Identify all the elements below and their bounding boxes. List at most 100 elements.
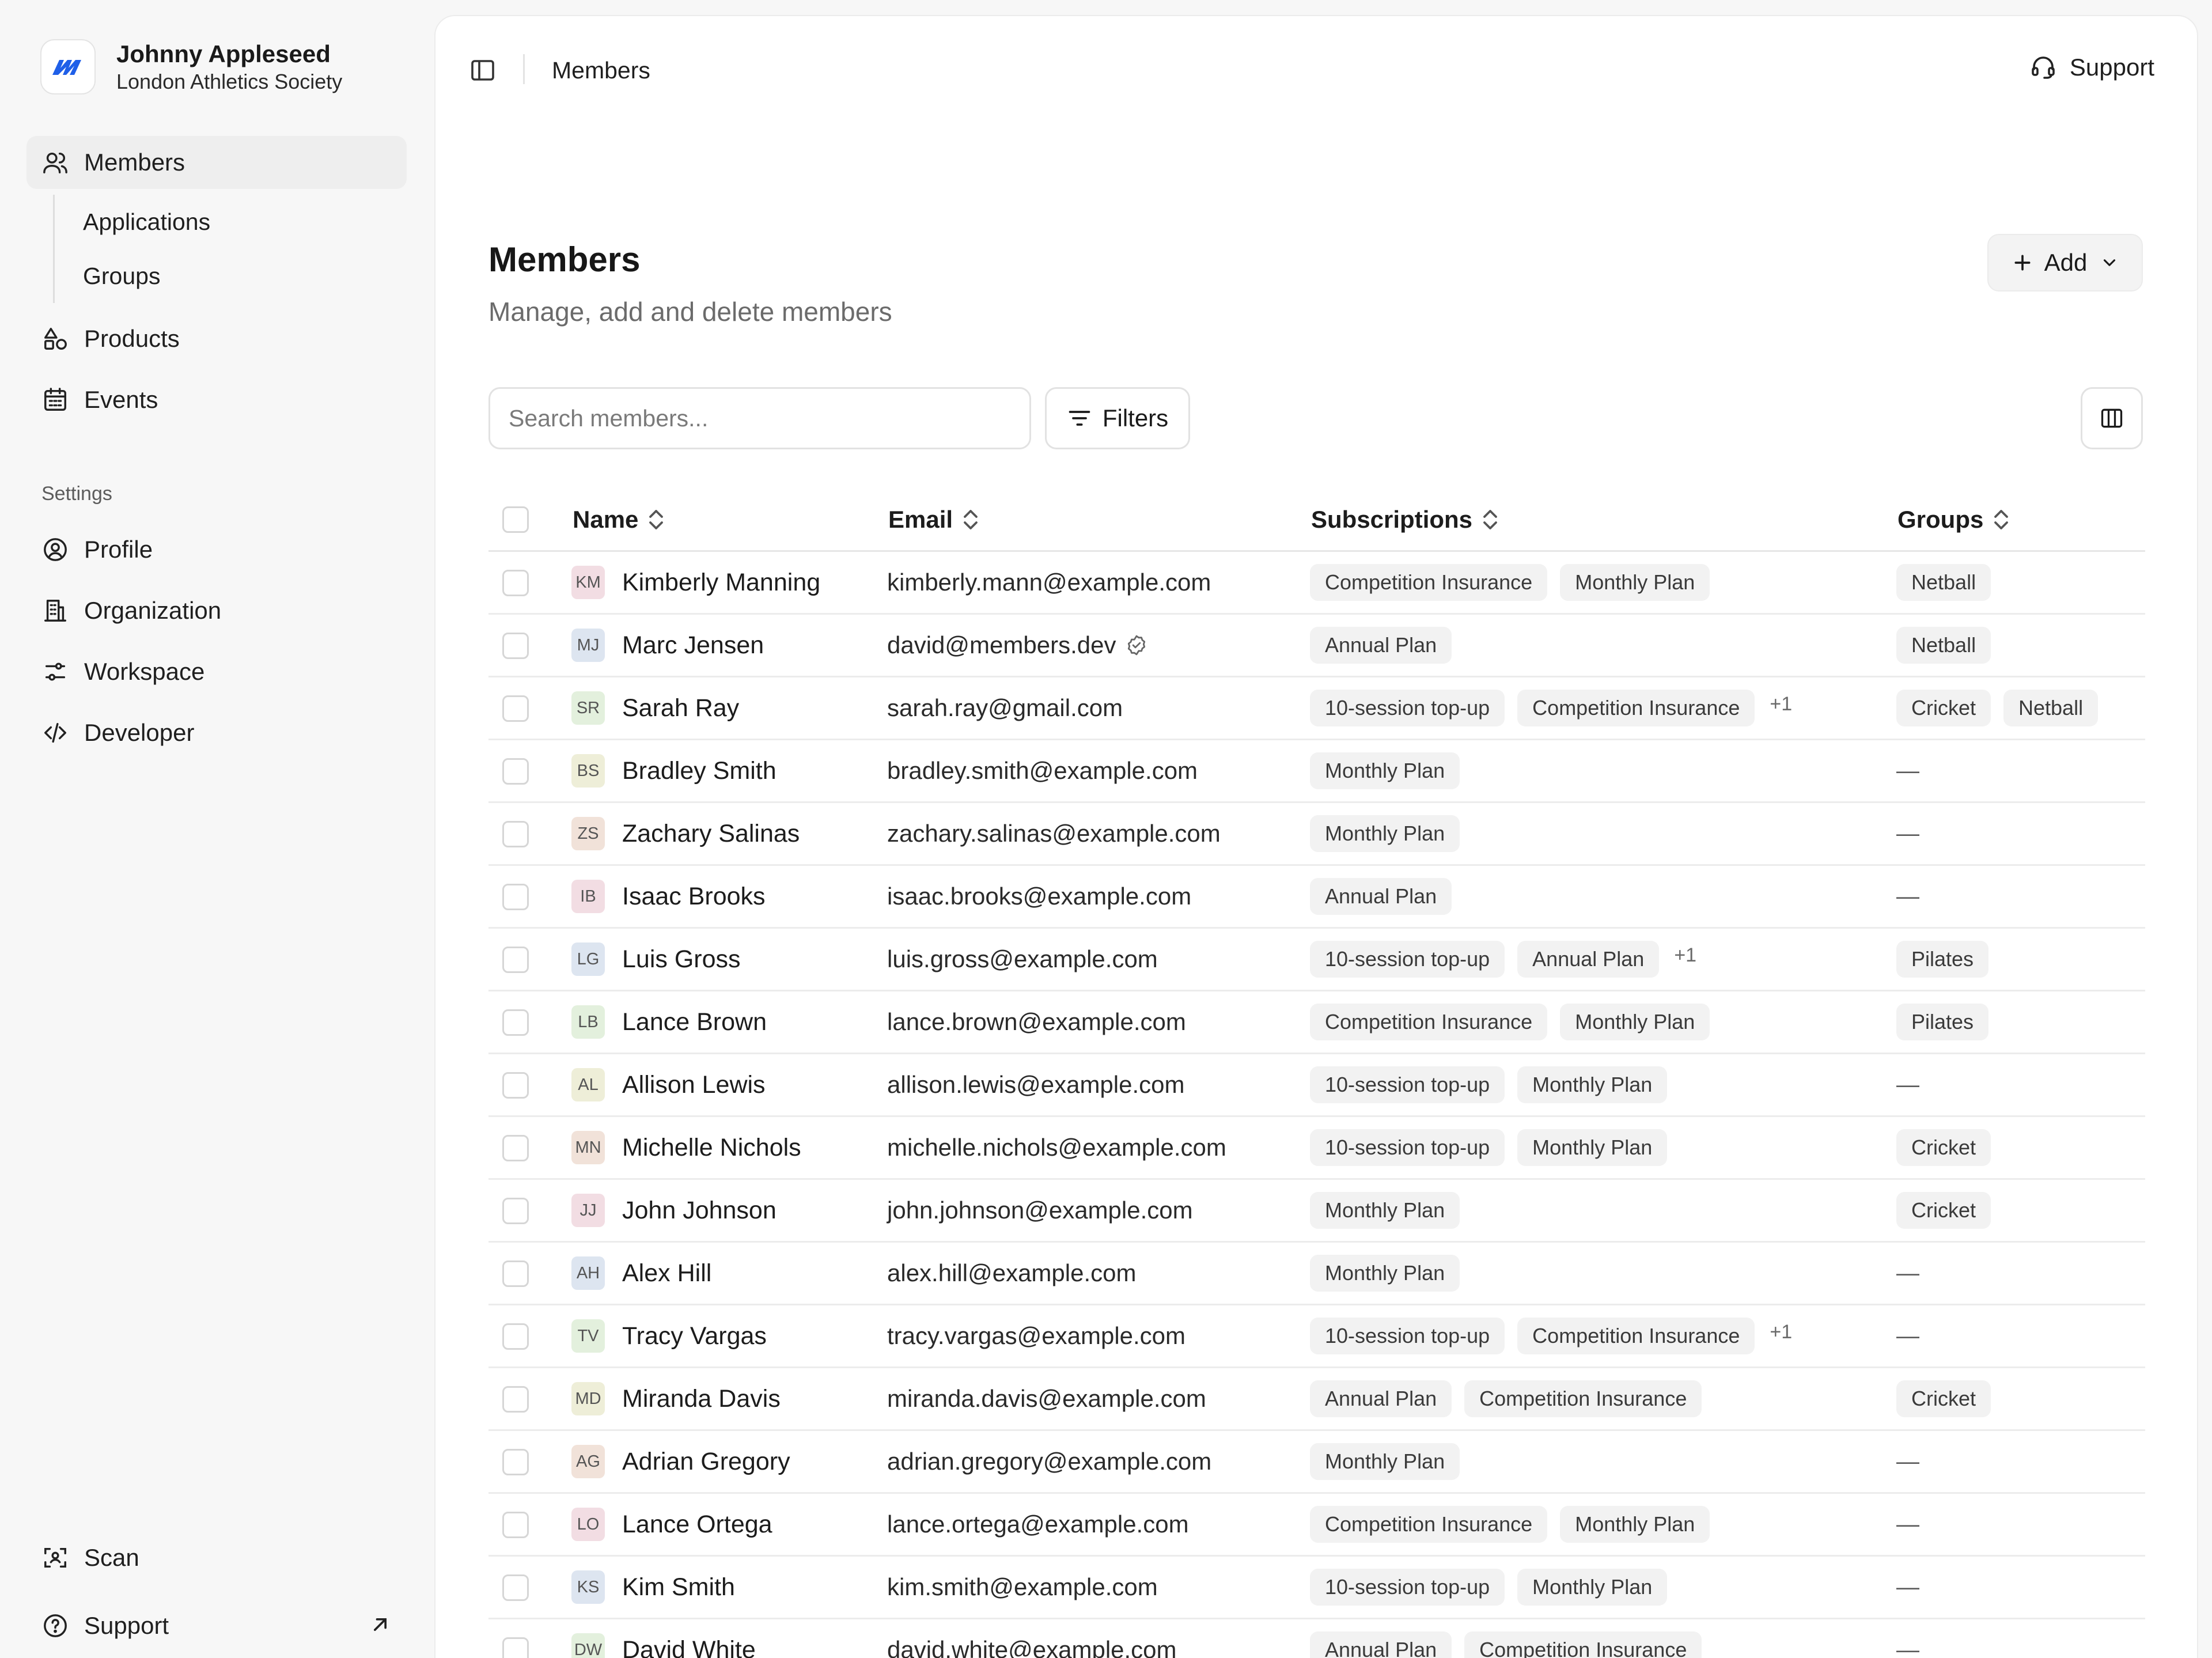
- sidebar-item-groups[interactable]: Groups: [83, 263, 160, 290]
- sidebar-toggle-button[interactable]: [469, 56, 498, 85]
- member-name[interactable]: Luis Gross: [622, 945, 741, 974]
- email-cell: kimberly.mann@example.com: [887, 552, 1211, 613]
- member-name[interactable]: Lance Ortega: [622, 1511, 772, 1539]
- table-row[interactable]: ZS Zachary Salinas zachary.salinas@example…: [488, 803, 2145, 866]
- row-checkbox[interactable]: [502, 1135, 529, 1161]
- row-checkbox[interactable]: [502, 1449, 529, 1475]
- table-row[interactable]: DW David White david.white@example.com Annu…: [488, 1619, 2145, 1658]
- search-input[interactable]: [488, 387, 1031, 449]
- sidebar-item-support-label: Support: [84, 1612, 169, 1639]
- table-row[interactable]: KM Kimberly Manning kimberly.mann@example.…: [488, 552, 2145, 615]
- row-checkbox[interactable]: [502, 1072, 529, 1099]
- row-checkbox[interactable]: [502, 758, 529, 785]
- row-checkbox[interactable]: [502, 884, 529, 910]
- table-row[interactable]: AH Alex Hill alex.hill@example.com Monthly …: [488, 1243, 2145, 1305]
- sidebar-item-events[interactable]: Events: [26, 373, 407, 426]
- avatar: KS: [571, 1570, 605, 1604]
- member-name[interactable]: Alex Hill: [622, 1259, 711, 1288]
- member-name[interactable]: Lance Brown: [622, 1008, 767, 1036]
- member-name[interactable]: Miranda Davis: [622, 1385, 781, 1413]
- table-row[interactable]: BS Bradley Smith bradley.smith@example.com…: [488, 740, 2145, 803]
- table-row[interactable]: LO Lance Ortega lance.ortega@example.com Co…: [488, 1494, 2145, 1557]
- column-header-subscriptions[interactable]: Subscriptions: [1311, 487, 1499, 552]
- brand-logo: [40, 39, 96, 94]
- add-button[interactable]: Add: [1987, 234, 2143, 292]
- member-name[interactable]: Marc Jensen: [622, 631, 764, 660]
- building-icon: [41, 597, 69, 624]
- sidebar-item-workspace[interactable]: Workspace: [26, 645, 407, 698]
- scan-icon: [41, 1544, 69, 1572]
- column-header-name[interactable]: Name: [573, 487, 665, 552]
- member-name[interactable]: Kimberly Manning: [622, 569, 820, 597]
- row-checkbox[interactable]: [502, 570, 529, 596]
- member-name[interactable]: Zachary Salinas: [622, 820, 800, 848]
- sidebar-item-workspace-label: Workspace: [84, 658, 205, 685]
- sidebar-item-applications[interactable]: Applications: [83, 209, 210, 236]
- more-subscriptions-count[interactable]: +1: [1770, 1321, 1792, 1343]
- sidebar-item-support[interactable]: Support: [26, 1599, 407, 1652]
- member-name[interactable]: Adrian Gregory: [622, 1448, 790, 1476]
- table-row[interactable]: MN Michelle Nichols michelle.nichols@examp…: [488, 1117, 2145, 1180]
- row-checkbox[interactable]: [502, 1260, 529, 1287]
- table-row[interactable]: AG Adrian Gregory adrian.gregory@example.c…: [488, 1431, 2145, 1494]
- row-checkbox[interactable]: [502, 1009, 529, 1036]
- more-subscriptions-count[interactable]: +1: [1770, 693, 1792, 716]
- sidebar-item-products[interactable]: Products: [26, 312, 407, 365]
- table-row[interactable]: AL Allison Lewis allison.lewis@example.com…: [488, 1054, 2145, 1117]
- table-row[interactable]: IB Isaac Brooks isaac.brooks@example.com An…: [488, 866, 2145, 929]
- sidebar-item-scan[interactable]: Scan: [26, 1531, 407, 1584]
- empty-group-dash: —: [1896, 758, 1919, 783]
- avatar: AG: [571, 1445, 605, 1478]
- member-name[interactable]: John Johnson: [622, 1197, 777, 1225]
- row-checkbox[interactable]: [502, 1386, 529, 1413]
- sidebar-item-profile[interactable]: Profile: [26, 523, 407, 576]
- subnav-guide-line: [53, 195, 55, 303]
- row-checkbox[interactable]: [502, 1512, 529, 1538]
- table-row[interactable]: SR Sarah Ray sarah.ray@gmail.com 10-session…: [488, 677, 2145, 740]
- row-checkbox[interactable]: [502, 695, 529, 722]
- row-checkbox[interactable]: [502, 1323, 529, 1350]
- member-name[interactable]: Kim Smith: [622, 1573, 735, 1602]
- member-name[interactable]: Isaac Brooks: [622, 883, 766, 911]
- table-row[interactable]: TV Tracy Vargas tracy.vargas@example.com 10…: [488, 1305, 2145, 1368]
- groups-cell: —: [1896, 1494, 1919, 1555]
- table-row[interactable]: LB Lance Brown lance.brown@example.com Comp…: [488, 991, 2145, 1054]
- org-switcher[interactable]: Johnny Appleseed London Athletics Societ…: [40, 39, 342, 94]
- row-checkbox[interactable]: [502, 633, 529, 659]
- name-cell: SR Sarah Ray: [571, 677, 739, 739]
- table-row[interactable]: LG Luis Gross luis.gross@example.com 10-ses…: [488, 929, 2145, 991]
- filter-icon: [1067, 406, 1092, 431]
- sidebar-item-members[interactable]: Members: [26, 136, 407, 189]
- subscription-tag: Competition Insurance: [1310, 564, 1548, 601]
- member-name[interactable]: Bradley Smith: [622, 757, 777, 785]
- sidebar-item-organization[interactable]: Organization: [26, 584, 407, 637]
- column-header-groups[interactable]: Groups: [1897, 487, 2010, 552]
- subscription-tag: Annual Plan: [1310, 1631, 1452, 1658]
- columns-toggle-button[interactable]: [2081, 387, 2143, 449]
- column-header-email[interactable]: Email: [888, 487, 979, 552]
- groups-cell: —: [1896, 740, 1919, 801]
- row-checkbox[interactable]: [502, 947, 529, 973]
- sidebar-item-developer[interactable]: Developer: [26, 706, 407, 759]
- member-email: john.johnson@example.com: [887, 1197, 1193, 1224]
- member-name[interactable]: Michelle Nichols: [622, 1134, 801, 1162]
- member-name[interactable]: David White: [622, 1636, 756, 1658]
- table-row[interactable]: KS Kim Smith kim.smith@example.com 10-sessi…: [488, 1557, 2145, 1619]
- support-button[interactable]: Support: [2029, 53, 2154, 82]
- page-subtitle: Manage, add and delete members: [488, 297, 892, 327]
- member-name[interactable]: Sarah Ray: [622, 694, 739, 722]
- table-row[interactable]: MD Miranda Davis miranda.davis@example.com…: [488, 1368, 2145, 1431]
- table-row[interactable]: MJ Marc Jensen david@members.dev Annual Pla…: [488, 615, 2145, 677]
- member-name[interactable]: Allison Lewis: [622, 1071, 766, 1099]
- more-subscriptions-count[interactable]: +1: [1674, 944, 1696, 967]
- row-checkbox[interactable]: [502, 1198, 529, 1224]
- group-tag: Cricket: [1896, 1192, 1991, 1229]
- member-name[interactable]: Tracy Vargas: [622, 1322, 767, 1350]
- select-all-checkbox[interactable]: [502, 506, 529, 533]
- row-checkbox[interactable]: [502, 821, 529, 847]
- row-checkbox[interactable]: [502, 1637, 529, 1658]
- table-row[interactable]: JJ John Johnson john.johnson@example.com Mo…: [488, 1180, 2145, 1243]
- filters-button-label: Filters: [1102, 404, 1169, 431]
- filters-button[interactable]: Filters: [1045, 387, 1190, 449]
- row-checkbox[interactable]: [502, 1574, 529, 1601]
